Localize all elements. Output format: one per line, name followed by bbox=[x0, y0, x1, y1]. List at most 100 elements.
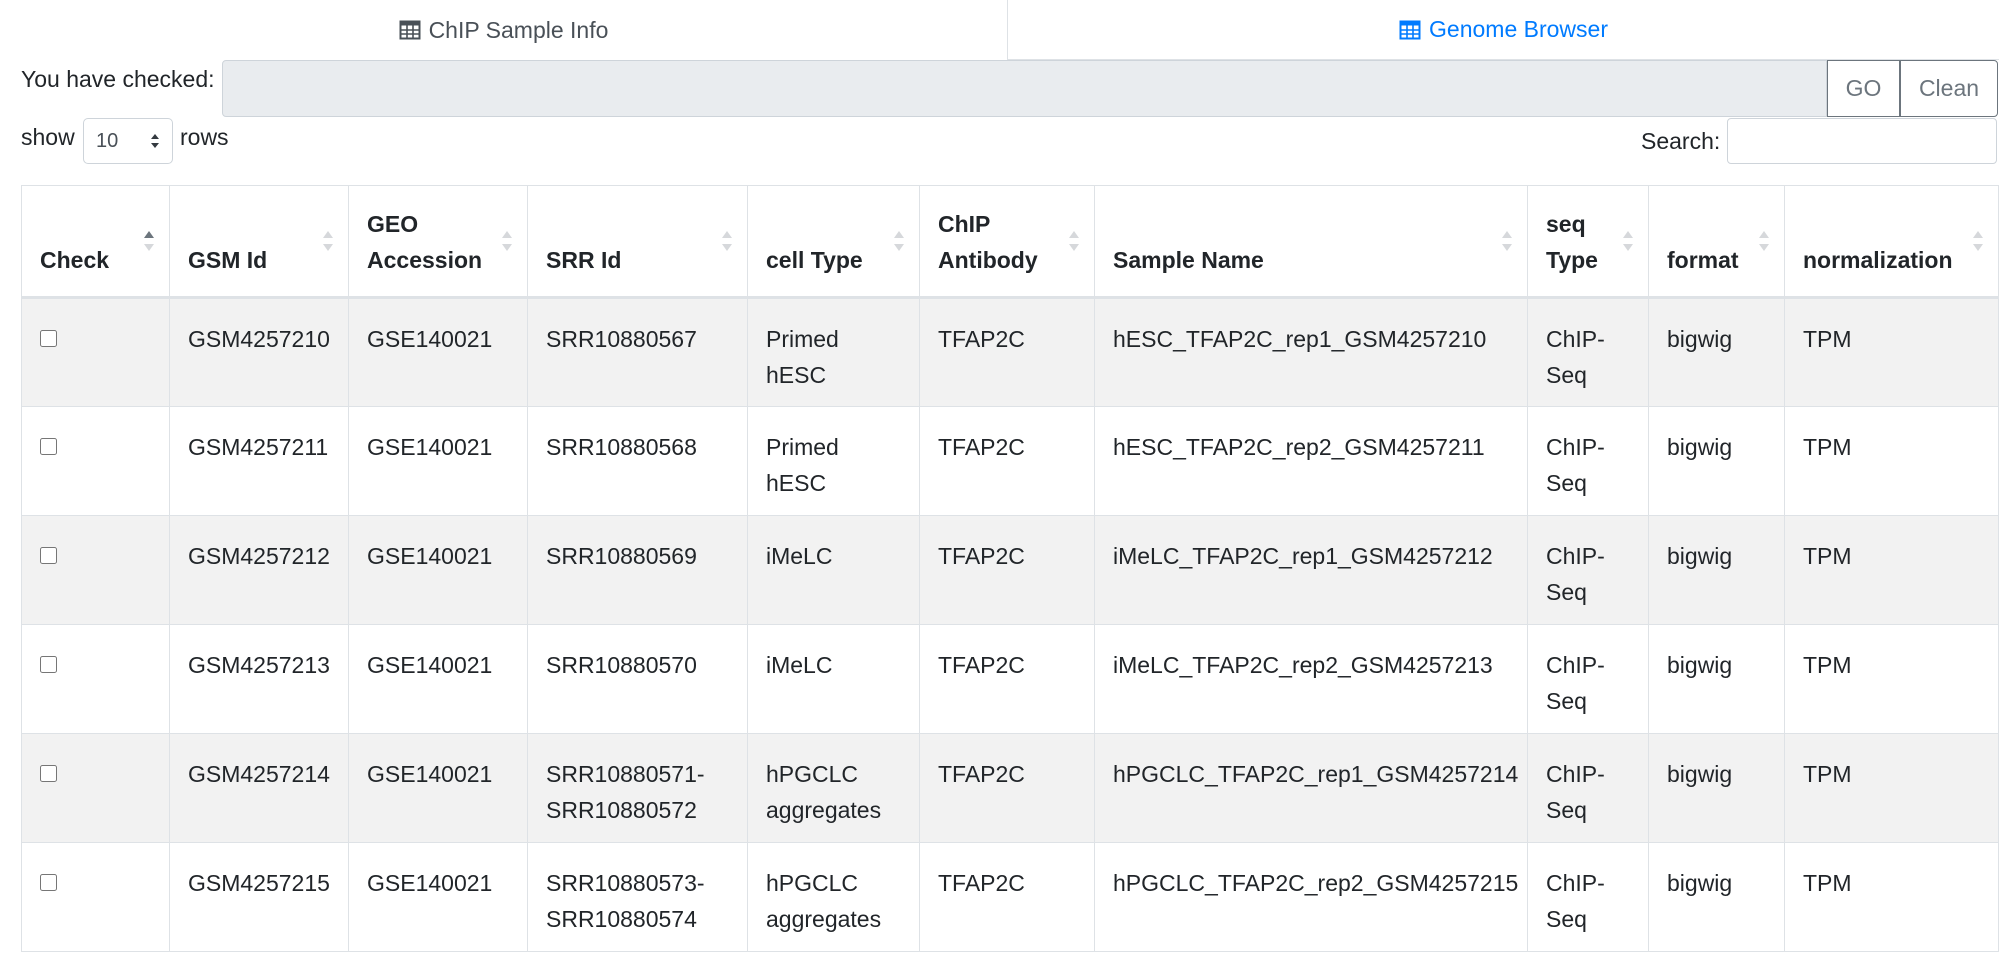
checked-samples-field[interactable] bbox=[222, 60, 1827, 117]
column-header[interactable]: format bbox=[1648, 185, 1785, 299]
seq-type-cell-line: ChIP- bbox=[1546, 326, 1605, 352]
gsm-id-cell: GSM4257213 bbox=[169, 624, 349, 734]
table-row: GSM4257210 GSE140021 SRR10880567 Primed hES… bbox=[21, 297, 1999, 407]
seq-type-cell-line: Seq bbox=[1546, 579, 1587, 605]
gsm-id-cell: GSM4257210 bbox=[169, 297, 349, 407]
srr-id-cell: SRR10880570 bbox=[527, 624, 748, 734]
srr-id-cell-line: SRR10880573- bbox=[546, 870, 705, 896]
cell-type-cell: iMeLC bbox=[747, 515, 920, 625]
sort-arrows-icon bbox=[1758, 228, 1770, 254]
srr-id-cell: SRR10880568 bbox=[527, 406, 748, 516]
format-cell: bigwig bbox=[1648, 842, 1785, 952]
column-header-label: GSM Id bbox=[188, 247, 268, 273]
seq-type-cell-line: Seq bbox=[1546, 797, 1587, 823]
sample-name-cell: iMeLC_TFAP2C_rep2_GSM4257213 bbox=[1094, 624, 1528, 734]
row-checkbox[interactable] bbox=[40, 438, 57, 455]
table-row: GSM4257215 GSE140021 SRR10880573- SRR108805… bbox=[21, 842, 1999, 952]
table-row: GSM4257214 GSE140021 SRR10880571- SRR108805… bbox=[21, 733, 1999, 843]
sort-arrows-icon bbox=[1068, 228, 1080, 254]
normalization-cell: TPM bbox=[1784, 733, 1999, 843]
rows-label: rows bbox=[180, 124, 229, 150]
table-row: GSM4257213 GSE140021 SRR10880570 iMeLC TFAP2… bbox=[21, 624, 1999, 734]
check-cell bbox=[21, 842, 170, 952]
rows-per-page-value: 10 bbox=[96, 129, 119, 152]
seq-type-cell: ChIP- Seq bbox=[1527, 624, 1649, 734]
srr-id-cell: SRR10880571- SRR10880572 bbox=[527, 733, 748, 843]
row-checkbox[interactable] bbox=[40, 330, 57, 347]
column-header-label: GEO bbox=[367, 211, 419, 237]
samples-table: Check GSM Id GEO Accession SRR Id cell Type Ch… bbox=[21, 185, 1999, 952]
clean-button[interactable]: Clean bbox=[1900, 60, 1998, 117]
go-button[interactable]: GO bbox=[1827, 60, 1900, 117]
srr-id-cell-line: SRR10880568 bbox=[546, 434, 697, 460]
srr-id-cell-line: SRR10880574 bbox=[546, 906, 697, 932]
row-checkbox[interactable] bbox=[40, 656, 57, 673]
column-header-label: Check bbox=[40, 247, 110, 273]
srr-id-cell: SRR10880573- SRR10880574 bbox=[527, 842, 748, 952]
column-header-label: SRR Id bbox=[546, 247, 622, 273]
sort-arrows-icon bbox=[501, 228, 513, 254]
table-icon bbox=[399, 19, 421, 41]
seq-type-cell: ChIP- Seq bbox=[1527, 842, 1649, 952]
column-header-label: ChIP bbox=[938, 211, 991, 237]
column-header[interactable]: GSM Id bbox=[169, 185, 349, 299]
chip-antibody-cell: TFAP2C bbox=[919, 406, 1095, 516]
column-header[interactable]: GEO Accession bbox=[348, 185, 528, 299]
table-row: GSM4257211 GSE140021 SRR10880568 Primed hES… bbox=[21, 406, 1999, 516]
gsm-id-cell: GSM4257212 bbox=[169, 515, 349, 625]
format-cell: bigwig bbox=[1648, 297, 1785, 407]
geo-accession-cell: GSE140021 bbox=[348, 842, 528, 952]
sort-arrows-icon bbox=[1622, 228, 1634, 254]
search-label: Search: bbox=[1641, 128, 1721, 154]
row-checkbox[interactable] bbox=[40, 547, 57, 564]
seq-type-cell-line: Seq bbox=[1546, 362, 1587, 388]
column-header[interactable]: normalization bbox=[1784, 185, 1999, 299]
cell-type-cell-line: Primed hESC bbox=[766, 326, 839, 388]
column-header[interactable]: seq Type bbox=[1527, 185, 1649, 299]
srr-id-cell-line: SRR10880572 bbox=[546, 797, 697, 823]
seq-type-cell: ChIP- Seq bbox=[1527, 406, 1649, 516]
normalization-cell: TPM bbox=[1784, 406, 1999, 516]
seq-type-cell-line: ChIP- bbox=[1546, 434, 1605, 460]
srr-id-cell: SRR10880569 bbox=[527, 515, 748, 625]
sample-name-cell: hESC_TFAP2C_rep2_GSM4257211 bbox=[1094, 406, 1528, 516]
cell-type-cell-line: hPGCLC bbox=[766, 870, 859, 896]
gsm-id-cell: GSM4257215 bbox=[169, 842, 349, 952]
search-input[interactable] bbox=[1727, 118, 1997, 164]
tab-label: ChIP Sample Info bbox=[428, 16, 609, 43]
column-header-label: Sample Name bbox=[1113, 247, 1264, 273]
column-header[interactable]: SRR Id bbox=[527, 185, 748, 299]
row-checkbox[interactable] bbox=[40, 765, 57, 782]
seq-type-cell: ChIP- Seq bbox=[1527, 297, 1649, 407]
check-cell bbox=[21, 515, 170, 625]
sort-arrows-icon bbox=[893, 228, 905, 254]
column-header-label: cell Type bbox=[766, 247, 863, 273]
sort-arrows-icon bbox=[1501, 228, 1513, 254]
sample-name-cell: iMeLC_TFAP2C_rep1_GSM4257212 bbox=[1094, 515, 1528, 625]
chip-antibody-cell: TFAP2C bbox=[919, 733, 1095, 843]
cell-type-cell-line: aggregates bbox=[766, 797, 882, 823]
column-header[interactable]: ChIP Antibody bbox=[919, 185, 1095, 299]
column-header-label: normalization bbox=[1803, 247, 1953, 273]
seq-type-cell-line: Seq bbox=[1546, 906, 1587, 932]
sort-arrows-icon bbox=[1972, 228, 1984, 254]
tab-label: Genome Browser bbox=[1429, 16, 1608, 42]
row-checkbox[interactable] bbox=[40, 874, 57, 891]
cell-type-cell-line: iMeLC bbox=[766, 652, 833, 678]
rows-per-page-select[interactable]: 10 bbox=[83, 118, 173, 164]
column-header[interactable]: Sample Name bbox=[1094, 185, 1528, 299]
gsm-id-cell: GSM4257211 bbox=[169, 406, 349, 516]
checked-label: You have checked: bbox=[21, 66, 215, 92]
tab-chip-sample-info[interactable]: ChIP Sample Info bbox=[0, 0, 1008, 60]
tab-genome-browser[interactable]: Genome Browser bbox=[1008, 0, 1999, 60]
normalization-cell: TPM bbox=[1784, 842, 1999, 952]
seq-type-cell-line: ChIP- bbox=[1546, 761, 1605, 787]
geo-accession-cell: GSE140021 bbox=[348, 406, 528, 516]
sample-name-cell: hPGCLC_TFAP2C_rep2_GSM4257215 bbox=[1094, 842, 1528, 952]
seq-type-cell-line: ChIP- bbox=[1546, 870, 1605, 896]
cell-type-cell: Primed hESC bbox=[747, 297, 920, 407]
column-header[interactable]: cell Type bbox=[747, 185, 920, 299]
format-cell: bigwig bbox=[1648, 624, 1785, 734]
column-header[interactable]: Check bbox=[21, 185, 170, 299]
check-cell bbox=[21, 297, 170, 407]
